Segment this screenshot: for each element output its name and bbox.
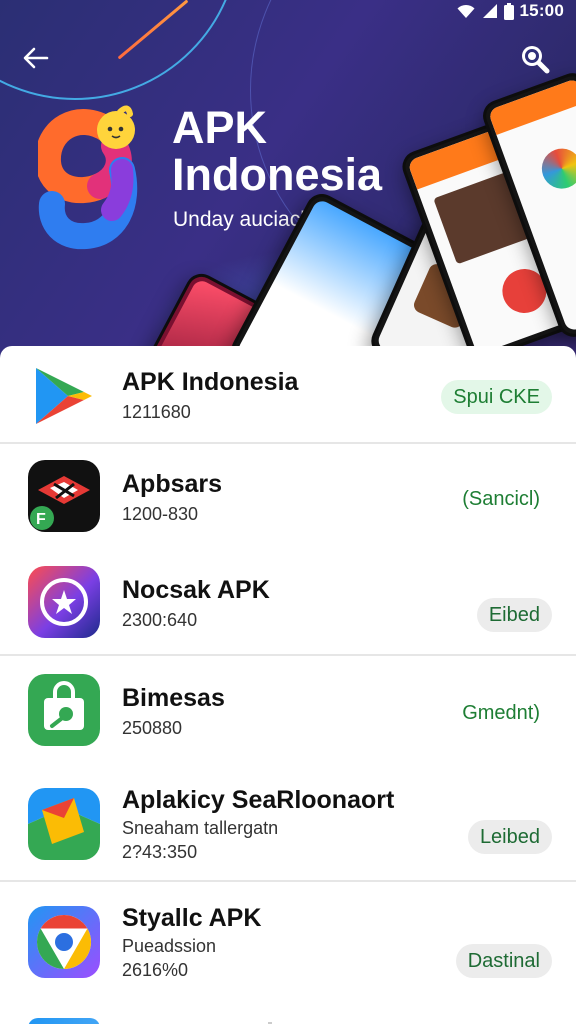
app-subtitle: Pueadssion xyxy=(122,936,217,956)
app-meta: 250880 xyxy=(122,718,183,738)
app-action-button[interactable]: Dastinal xyxy=(455,944,552,978)
status-time: 15:00 xyxy=(519,1,564,20)
wifi-icon xyxy=(457,4,475,18)
app-name: Apbsars xyxy=(122,470,223,498)
search-icon xyxy=(522,46,550,74)
star-compass-icon xyxy=(28,566,100,638)
svg-text:F: F xyxy=(36,511,46,528)
list-item[interactable]: Styallc APK Pueadssion 2616%0 Dastinal xyxy=(0,882,576,1002)
list-item[interactable]: Bimesas 250880 Gmednt) xyxy=(0,656,576,764)
hero-title-line1: APK xyxy=(172,102,268,153)
arrow-left-icon xyxy=(23,47,49,69)
list-item[interactable]: APK Indonesia 1211680 Spui CKE xyxy=(0,346,576,442)
list-item[interactable]: F Apbsars 1200-830 (Sancicl) xyxy=(0,444,576,552)
app-list: APK Indonesia 1211680 Spui CKE F Apbsars… xyxy=(0,346,576,1024)
app-action-button[interactable]: Eibed xyxy=(476,598,552,632)
app-meta: 1200-830 xyxy=(122,504,199,524)
app-meta: 2616%0 xyxy=(122,960,189,980)
app-action-button[interactable]: (Sancicl) xyxy=(450,482,552,516)
shopping-bag-icon xyxy=(28,674,100,746)
app-name: Aplakicy SeaRloonaort xyxy=(122,786,395,814)
colorful-folder-icon xyxy=(28,788,100,860)
app-meta: 2?43:350 xyxy=(122,842,198,862)
app-name: Nocsak APK xyxy=(122,576,270,604)
app-icon xyxy=(28,1018,100,1024)
list-item[interactable]: Nocsak APK 2300:640 Eibed xyxy=(0,552,576,656)
apk-indonesia-logo xyxy=(38,105,138,250)
play-store-icon xyxy=(28,360,100,432)
hero-banner: 15:00 APK Indonesia Unday auciacbien xyxy=(0,0,576,360)
battery-icon xyxy=(503,2,514,20)
signal-icon xyxy=(482,4,497,18)
app-action-button[interactable]: Gmednt) xyxy=(450,696,552,730)
app-name: Styallc APK xyxy=(122,904,262,932)
app-action-button[interactable]: Leibed xyxy=(467,820,552,854)
apbsars-app-icon: F xyxy=(28,460,100,532)
search-button[interactable] xyxy=(518,42,550,74)
status-bar: 15:00 xyxy=(456,0,576,22)
app-meta: 2300:640 xyxy=(122,610,198,630)
chrome-like-icon xyxy=(28,906,100,978)
app-meta: 1211680 xyxy=(122,402,191,422)
list-item[interactable] xyxy=(0,1014,576,1024)
back-button[interactable] xyxy=(18,40,54,76)
hero-title: APK Indonesia xyxy=(172,104,412,198)
app-name: Bimesas xyxy=(122,684,225,712)
list-item[interactable]: Aplakicy SeaRloonaort Sneaham tallergatn… xyxy=(0,764,576,880)
app-action-button[interactable]: Spui CKE xyxy=(441,380,552,414)
hero-title-line2: Indonesia xyxy=(172,149,383,200)
app-subtitle: Sneaham tallergatn xyxy=(122,818,279,838)
app-name: APK Indonesia xyxy=(122,368,299,396)
